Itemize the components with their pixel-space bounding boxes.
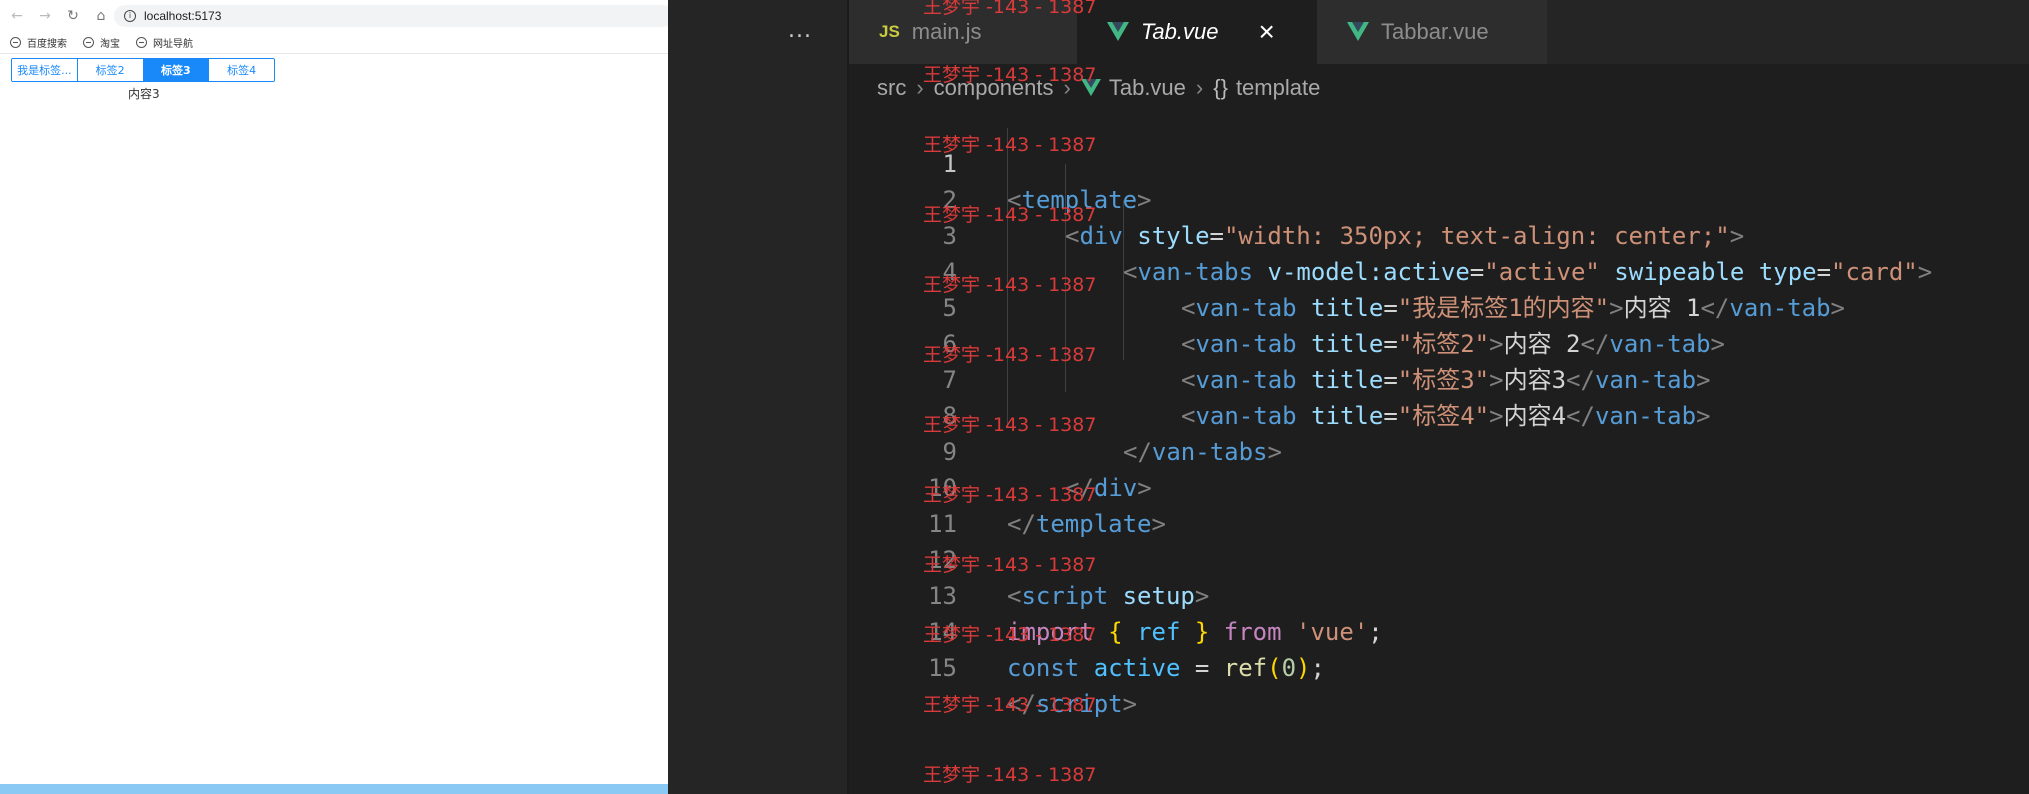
js-file-icon: JS (879, 22, 900, 41)
tab-label: main.js (911, 19, 982, 44)
code-token: const (1007, 654, 1080, 682)
code-line: 8 </van-tabs> (849, 362, 2029, 466)
watermark: 王梦宇 -143 - 1387 (923, 414, 1097, 436)
reload-icon[interactable]: ↻ (62, 5, 84, 27)
code-line: 10 </template> (849, 434, 2029, 538)
vue-icon (1347, 22, 1369, 41)
watermark: 王梦宇 -143 - 1387 (923, 344, 1097, 366)
bookmark-baidu[interactable]: 百度搜索 (10, 35, 67, 50)
code-line: 14 const active = ref(0); (849, 578, 2029, 682)
globe-icon (10, 37, 21, 48)
chevron-right-icon: › (1195, 75, 1204, 100)
watermark: 王梦宇 -143 - 1387 (923, 764, 1097, 786)
tab-4[interactable]: 标签4 (209, 59, 274, 81)
code-token: active (1093, 654, 1181, 682)
breadcrumb-symbol[interactable]: template (1236, 75, 1320, 101)
watermark: 王梦宇 -143 - 1387 (923, 274, 1097, 296)
browser-nav-bar: ← → ↻ ⌂ i localhost:5173 (0, 0, 674, 32)
url-text: localhost:5173 (144, 9, 222, 23)
code-line: 12 <script setup> (849, 506, 2029, 610)
browser-window: ← → ↻ ⌂ i localhost:5173 百度搜索 淘宝 网址导航 我是… (0, 0, 674, 794)
vscode-window: ... JS main.js Tab.vue × Tabbar.vue src … (668, 0, 2029, 794)
address-bar[interactable]: i localhost:5173 (114, 5, 674, 27)
more-actions-icon[interactable]: ... (788, 18, 812, 43)
watermark: 王梦宇 -143 - 1387 (923, 554, 1097, 576)
code-token: ref (1223, 654, 1268, 682)
watermark: 王梦宇 -143 - 1387 (923, 624, 1097, 646)
taskbar-strip (0, 784, 668, 794)
site-info-icon[interactable]: i (124, 10, 136, 22)
home-icon[interactable]: ⌂ (90, 5, 112, 27)
tab-1[interactable]: 我是标签... (12, 59, 78, 81)
braces-icon: {} (1213, 75, 1228, 100)
watermark: 王梦宇 -143 - 1387 (923, 64, 1097, 86)
bookmark-label: 淘宝 (100, 39, 120, 50)
watermark: 王梦宇 -143 - 1387 (923, 484, 1097, 506)
tab-label: Tabbar.vue (1381, 19, 1489, 44)
tab-3[interactable]: 标签3 (143, 59, 210, 81)
breadcrumb-file[interactable]: Tab.vue (1109, 75, 1186, 101)
tab-label: Tab.vue (1141, 19, 1219, 44)
bookmark-label: 百度搜索 (27, 39, 67, 50)
bookmark-label: 网址导航 (153, 39, 193, 50)
bookmark-taobao[interactable]: 淘宝 (83, 35, 120, 50)
vue-icon (1107, 22, 1129, 41)
close-icon[interactable]: × (1258, 16, 1274, 48)
back-icon[interactable]: ← (6, 5, 28, 27)
breadcrumb-src[interactable]: src (877, 75, 906, 101)
side-panel: ... (668, 0, 848, 794)
tab-tabbar-vue[interactable]: Tabbar.vue (1317, 0, 1547, 64)
line-number: 15 (928, 654, 957, 682)
tab-tab-vue[interactable]: Tab.vue × (1077, 0, 1317, 64)
tab-panel-content: 内容3 (128, 87, 160, 101)
forward-icon[interactable]: → (34, 5, 56, 27)
bookmarks-bar: 百度搜索 淘宝 网址导航 (0, 32, 668, 54)
watermark: 王梦宇 -143 - 1387 (923, 134, 1097, 156)
watermark: 王梦宇 -143 - 1387 (923, 0, 1097, 18)
globe-icon (83, 37, 94, 48)
code-token: 0 (1281, 654, 1297, 682)
globe-icon (136, 37, 147, 48)
watermark: 王梦宇 -143 - 1387 (923, 694, 1097, 716)
bookmark-nav[interactable]: 网址导航 (136, 35, 193, 50)
watermark: 王梦宇 -143 - 1387 (923, 204, 1097, 226)
van-tabs-card: 我是标签... 标签2 标签3 标签4 (11, 58, 275, 82)
tab-2[interactable]: 标签2 (77, 59, 144, 81)
